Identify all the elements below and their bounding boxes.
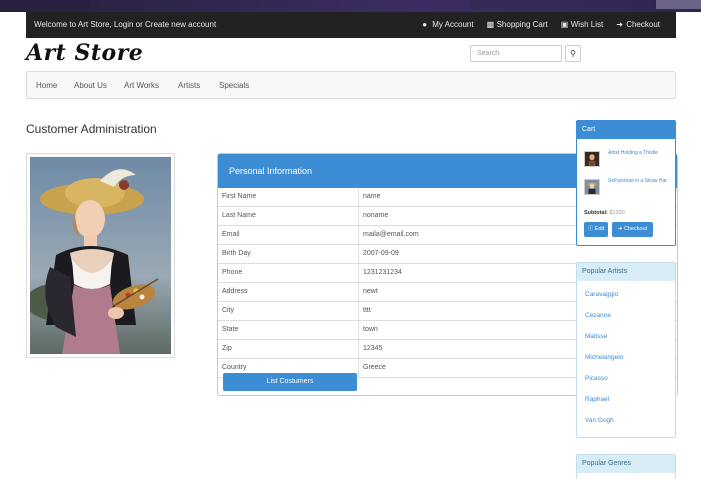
field-label: Country [222, 364, 247, 371]
gift-icon: ▣ [560, 20, 569, 29]
field-label: Phone [222, 269, 243, 276]
customer-portrait [26, 153, 175, 358]
cart-icon: ▩ [486, 20, 495, 29]
cart-item-name[interactable]: Self-portrait in a Straw Hat [608, 177, 674, 185]
field-label: First Name [222, 193, 257, 200]
browser-tab [470, 0, 590, 9]
subtotal-value: $1200 [609, 210, 625, 216]
field-value: name [363, 193, 381, 200]
cart-edit-button[interactable]: ⓘ Edit [584, 222, 608, 237]
field-value: town [363, 326, 378, 333]
artist-link[interactable]: Picasso [585, 375, 608, 382]
user-icon: ● [422, 20, 428, 29]
cart-item[interactable]: Self-portrait in a Straw Hat [584, 177, 674, 197]
top-bar: Welcome to Art Store, Login or Create ne… [26, 12, 676, 38]
my-account-label: My Account [432, 20, 474, 29]
wish-list-link[interactable]: ▣ Wish List [561, 20, 603, 29]
my-account-link[interactable]: ● My Account [422, 20, 473, 29]
cart-subtotal: Subtotal: $1200 [584, 210, 625, 216]
field-value: maila@email.com [363, 231, 419, 238]
field-label: State [222, 326, 239, 333]
artwork-thumbnail [584, 151, 600, 167]
cart-item[interactable]: Artist Holding a Thistle [584, 149, 674, 169]
cart-panel: Cart Artist Holding a Thistle Self-portr… [576, 120, 676, 246]
cart-item-name[interactable]: Artist Holding a Thistle [608, 149, 674, 157]
nav-artists[interactable]: Artists [178, 81, 200, 90]
nav-about-us[interactable]: About Us [74, 81, 107, 90]
artwork-thumbnail [584, 179, 600, 195]
shopping-cart-label: Shopping Cart [496, 20, 548, 29]
browser-strip [0, 0, 701, 12]
checkout-btn-label: Checkout [623, 226, 648, 232]
shopping-cart-link[interactable]: ▩ Shopping Cart [487, 20, 548, 29]
brand-logo[interactable]: Art Store [26, 40, 143, 66]
nav-art-works[interactable]: Art Works [124, 81, 159, 90]
field-value: Greece [363, 364, 386, 371]
field-label: Zip [222, 345, 232, 352]
search-icon: ⚲ [570, 49, 576, 58]
field-value: noname [363, 212, 389, 219]
search-input[interactable]: Search [470, 45, 562, 62]
field-value: tttt [363, 307, 371, 314]
search-button[interactable]: ⚲ [565, 45, 581, 62]
field-value: 2007-09-09 [363, 250, 399, 257]
welcome-text: Welcome to Art Store, Login or Create ne… [34, 20, 217, 29]
field-label: Last Name [222, 212, 256, 219]
popular-artists-title: Popular Artists [577, 263, 675, 281]
field-label: Address [222, 288, 248, 295]
arrow-right-icon: ➜ [616, 20, 623, 29]
artist-link[interactable]: Raphael [585, 396, 609, 403]
field-label: City [222, 307, 235, 314]
browser-tab [656, 0, 701, 9]
arrow-right-icon: ➜ [617, 226, 623, 232]
artist-link[interactable]: Caravaggio [585, 291, 618, 298]
field-label: Birth Day [222, 250, 251, 257]
checkout-label: Checkout [626, 20, 660, 29]
field-label: Email [222, 231, 240, 238]
page-title: Customer Administration [26, 122, 157, 136]
subtotal-label: Subtotal: [584, 210, 608, 216]
browser-tab [0, 0, 90, 9]
list-customers-button[interactable]: List Costumers [223, 373, 357, 391]
nav-home[interactable]: Home [36, 81, 57, 90]
field-value: 1231231234 [363, 269, 402, 276]
field-value: 12345 [363, 345, 383, 352]
popular-genres-title: Popular Genres [577, 455, 675, 473]
popular-artists-panel: Popular Artists Caravaggio Cezanne Matis… [576, 262, 676, 438]
artist-link[interactable]: Michelangelo [585, 354, 623, 361]
top-links: ● My Account ▩ Shopping Cart ▣ Wish List ➜ C… [422, 20, 660, 29]
artist-link[interactable]: Matisse [585, 333, 607, 340]
main-nav: Home About Us Art Works Artists Specials [26, 71, 676, 99]
field-value: newt [363, 288, 378, 295]
checkout-link[interactable]: ➜ Checkout [616, 20, 660, 29]
edit-label: Edit [594, 226, 605, 232]
wish-list-label: Wish List [570, 20, 604, 29]
info-icon: ⓘ [587, 226, 594, 232]
nav-specials[interactable]: Specials [219, 81, 249, 90]
cart-title: Cart [577, 121, 675, 139]
artist-link[interactable]: Cezanne [585, 312, 611, 319]
cart-checkout-button[interactable]: ➜ Checkout [612, 222, 653, 237]
popular-genres-panel: Popular Genres [576, 454, 676, 479]
artist-link[interactable]: Van Gogh [585, 417, 614, 424]
